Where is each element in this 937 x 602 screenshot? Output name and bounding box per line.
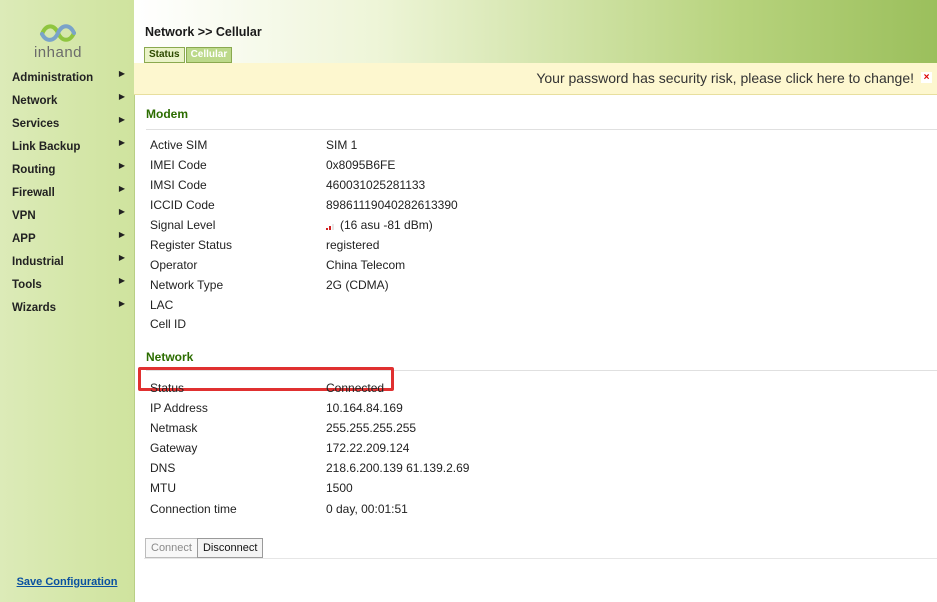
tab-status[interactable]: Status [144,47,185,63]
chevron-right-icon: ▶ [118,230,125,239]
row-label: IMSI Code [150,178,207,192]
save-configuration-link[interactable]: Save Configuration [0,576,134,588]
row-label: IMEI Code [150,158,207,172]
row-value: 0x8095B6FE [326,158,396,172]
sidebar-item-administration[interactable]: Administration ▶ [0,67,134,90]
chevron-right-icon: ▶ [118,138,125,147]
sidebar-item-label: APP [12,233,36,245]
sidebar-item-label: Wizards [12,302,56,314]
sidebar-item-network[interactable]: Network ▶ [0,90,134,113]
inhand-logo: inhand [18,22,98,64]
main-nav: Administration ▶ Network ▶ Services ▶ Link … [0,67,134,320]
chevron-right-icon: ▶ [118,184,125,193]
row-label: MTU [150,481,176,495]
sidebar-item-routing[interactable]: Routing ▶ [0,159,134,182]
network-section-title: Network [146,350,194,364]
modem-section-title: Modem [146,107,188,121]
row-label: Cell ID [150,317,187,331]
tab-cellular[interactable]: Cellular [185,47,233,63]
row-value: 255.255.255.255 [326,421,417,435]
row-label: Status [150,381,185,395]
row-label: Gateway [150,441,198,455]
sidebar-item-label: Firewall [12,187,55,199]
chevron-right-icon: ▶ [118,276,125,285]
row-value: 89861119040282613390 [326,198,458,212]
sidebar-item-label: Link Backup [12,141,81,153]
section-divider [144,558,937,559]
chevron-right-icon: ▶ [118,161,125,170]
connection-buttons: Connect Disconnect [145,538,264,558]
sidebar-item-app[interactable]: APP ▶ [0,228,134,251]
logo-mark-icon [40,24,76,42]
row-label: Register Status [150,238,233,252]
sidebar-item-services[interactable]: Services ▶ [0,113,134,136]
password-warning-link[interactable]: Your password has security risk, please … [536,70,914,86]
row-label: LAC [150,298,174,312]
row-label: Netmask [150,421,198,435]
row-value: 2G (CDMA) [326,278,389,292]
row-label: ICCID Code [150,198,215,212]
row-value: SIM 1 [326,138,358,152]
sidebar-item-tools[interactable]: Tools ▶ [0,274,134,297]
sidebar-item-label: Network [12,95,58,107]
row-label: Signal Level [150,218,216,232]
sidebar-item-wizards[interactable]: Wizards ▶ [0,297,134,320]
section-divider [146,129,937,130]
row-label: DNS [150,461,176,475]
signal-bars-icon [326,222,336,230]
chevron-right-icon: ▶ [118,299,125,308]
chevron-right-icon: ▶ [118,115,125,124]
logo-text: inhand [33,44,83,61]
main-content: Modem Active SIM SIM 1 IMEI Code 0x8095B… [134,94,937,602]
connection-status-value: Connected [326,381,385,395]
sidebar-item-label: Tools [12,279,42,291]
sidebar-item-link-backup[interactable]: Link Backup ▶ [0,136,134,159]
tab-bar: Status Cellular [144,47,233,63]
row-label: Operator [150,258,198,272]
row-value: 0 day, 00:01:51 [326,502,408,516]
chevron-right-icon: ▶ [118,92,125,101]
row-label: Connection time [150,502,237,516]
sidebar-item-industrial[interactable]: Industrial ▶ [0,251,134,274]
sidebar-item-label: Services [12,118,60,130]
sidebar: inhand Administration ▶ Network ▶ Services… [0,0,135,602]
row-value: registered [326,238,380,252]
disconnect-button[interactable]: Disconnect [196,538,264,558]
row-label: IP Address [150,401,208,415]
chevron-right-icon: ▶ [118,69,125,78]
row-value: 460031025281133 [326,178,426,192]
page-header: Network >> Cellular Status Cellular [134,0,937,63]
row-value: China Telecom [326,258,406,272]
chevron-right-icon: ▶ [118,253,125,262]
connect-button[interactable]: Connect [145,538,198,558]
row-label: Network Type [150,278,224,292]
sidebar-item-label: Routing [12,164,56,176]
password-warning-banner: Your password has security risk, please … [134,63,937,95]
chevron-right-icon: ▶ [118,207,125,216]
breadcrumb: Network >> Cellular [145,25,262,39]
row-value: 10.164.84.169 [326,401,403,415]
sidebar-item-vpn[interactable]: VPN ▶ [0,205,134,228]
sidebar-item-firewall[interactable]: Firewall ▶ [0,182,134,205]
sidebar-item-label: Industrial [12,256,64,268]
row-value: (16 asu -81 dBm) [340,218,433,232]
row-value: 1500 [326,481,353,495]
row-value: 172.22.209.124 [326,441,410,455]
sidebar-item-label: VPN [12,210,36,222]
signal-level-value: (16 asu -81 dBm) [326,218,433,232]
sidebar-item-label: Administration [12,72,94,84]
close-icon[interactable]: × [921,72,932,83]
row-value: 218.6.200.139 61.139.2.69 [326,461,470,475]
row-label: Active SIM [150,138,208,152]
